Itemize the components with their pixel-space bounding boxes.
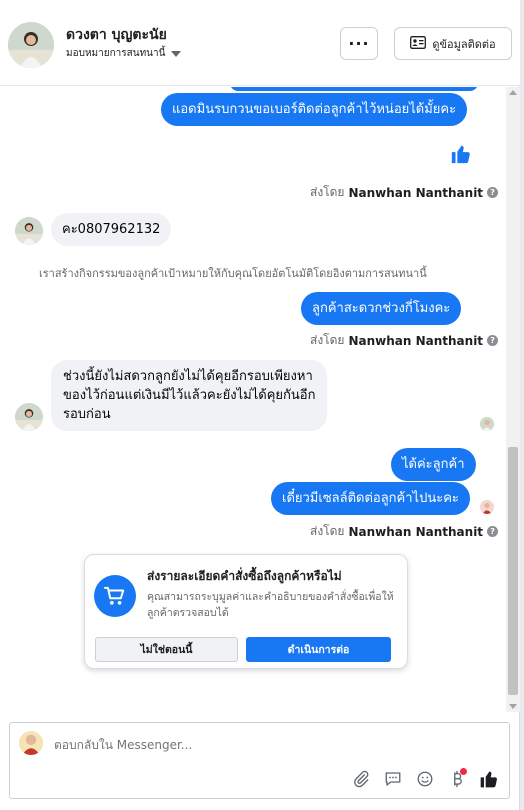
sent-by-agent: Nanwhan Nanthanit: [348, 185, 484, 200]
message-line: รอบก่อน: [63, 407, 111, 422]
order-details-prompt-card: ส่งรายละเอียดคำสั่งซื้อถึงลูกค้าหรือไม่ …: [84, 554, 408, 669]
assign-label: มอบหมายการสนทนานี้: [66, 48, 166, 59]
sent-by-agent: Nanwhan Nanthanit: [348, 333, 484, 348]
system-activity-note: เราสร้างกิจกรรมของลูกค้าเป้าหมายให้กับคุ…: [39, 267, 427, 280]
more-options-button[interactable]: ···: [340, 27, 378, 60]
contact-avatar-small[interactable]: [15, 217, 43, 245]
contact-card-icon: [410, 35, 427, 52]
sent-by-agent: Nanwhan Nanthanit: [348, 524, 484, 539]
thumbs-up-icon[interactable]: [478, 768, 500, 790]
scroll-thumb[interactable]: [508, 447, 518, 695]
composer-toolbar: [350, 768, 500, 790]
quick-reply-icon[interactable]: [382, 768, 404, 790]
message-bubble-outgoing[interactable]: ลูกค้าสะดวกช่วงกี่โมงคะ: [301, 292, 462, 325]
reply-composer: [9, 722, 510, 799]
more-icon: ···: [348, 34, 370, 53]
scroll-up-arrow-icon[interactable]: [509, 90, 517, 95]
help-icon[interactable]: ?: [487, 187, 499, 198]
card-title: ส่งรายละเอียดคำสั่งซื้อถึงลูกค้าหรือไม่: [147, 569, 342, 583]
caret-down-icon: [171, 50, 182, 57]
sent-by-line: ส่งโดย Nanwhan Nanthanit ?: [310, 522, 499, 541]
message-bubble-outgoing[interactable]: ได้ค่ะลูกค้า: [391, 448, 476, 481]
message-line: ของไว้ก่อนแต่เงินมีไว้แล้วคะยังไม่ได้คุย…: [63, 388, 316, 403]
sent-by-prefix: ส่งโดย: [310, 185, 345, 199]
contact-name[interactable]: ดวงตา บุญตะนัย: [66, 24, 167, 46]
view-contact-info-button[interactable]: ดูข้อมูลติดต่อ: [394, 27, 512, 60]
contact-avatar[interactable]: [8, 22, 54, 68]
messenger-panel: ดวงตา บุญตะนัย มอบหมายการสนทนานี้ ··· ดู…: [0, 0, 520, 810]
baht-icon[interactable]: [446, 768, 468, 790]
chat-scrollbar[interactable]: [506, 87, 520, 712]
contact-avatar-small[interactable]: [15, 403, 43, 431]
card-description: คุณสามารถระบุมูลค่าและคำอธิบายของคำสั่งซ…: [147, 591, 394, 619]
scroll-down-arrow-icon[interactable]: [509, 704, 517, 709]
not-now-button[interactable]: ไม่ใช่ตอนนี้: [95, 637, 238, 662]
cart-icon: [94, 575, 136, 617]
message-bubble-outgoing-partial: [230, 87, 478, 91]
sent-by-prefix: ส่งโดย: [310, 333, 345, 347]
attachment-icon[interactable]: [350, 768, 372, 790]
reply-input[interactable]: [54, 738, 484, 752]
help-icon[interactable]: ?: [487, 526, 499, 537]
emoji-icon[interactable]: [414, 768, 436, 790]
assign-conversation-dropdown[interactable]: มอบหมายการสนทนานี้: [66, 46, 182, 61]
message-thread[interactable]: แอดมินรบกวนขอเบอร์ติดต่อลูกค้าไว้หน่อยได…: [0, 87, 506, 712]
sent-by-prefix: ส่งโดย: [310, 524, 345, 538]
help-icon[interactable]: ?: [487, 335, 499, 346]
sent-by-line: ส่งโดย Nanwhan Nanthanit ?: [310, 331, 499, 350]
message-bubble-incoming-multiline[interactable]: ช่วงนี้ยังไม่สดวกลูกยังไม่ได้คุยอีกรอบเพ…: [51, 360, 328, 431]
sent-by-line: ส่งโดย Nanwhan Nanthanit ?: [310, 183, 499, 202]
notification-dot: [460, 768, 467, 775]
seen-receipt-avatar: [480, 417, 494, 431]
like-icon: [450, 143, 472, 165]
message-bubble-incoming[interactable]: คะ0807962132: [51, 213, 172, 246]
message-bubble-outgoing[interactable]: แอดมินรบกวนขอเบอร์ติดต่อลูกค้าไว้หน่อยได…: [161, 93, 468, 126]
contact-info-label: ดูข้อมูลติดต่อ: [432, 37, 496, 51]
agent-avatar-small: [480, 500, 494, 514]
continue-button[interactable]: ดำเนินการต่อ: [246, 637, 391, 662]
message-line: ช่วงนี้ยังไม่สดวกลูกยังไม่ได้คุยอีกรอบเพ…: [63, 369, 313, 384]
agent-avatar: [19, 731, 43, 755]
conversation-header: ดวงตา บุญตะนัย มอบหมายการสนทนานี้ ··· ดู…: [0, 0, 520, 86]
message-bubble-outgoing[interactable]: เดี๋ยวมีเซลล์ติดต่อลูกค้าไปนะคะ: [271, 482, 470, 515]
